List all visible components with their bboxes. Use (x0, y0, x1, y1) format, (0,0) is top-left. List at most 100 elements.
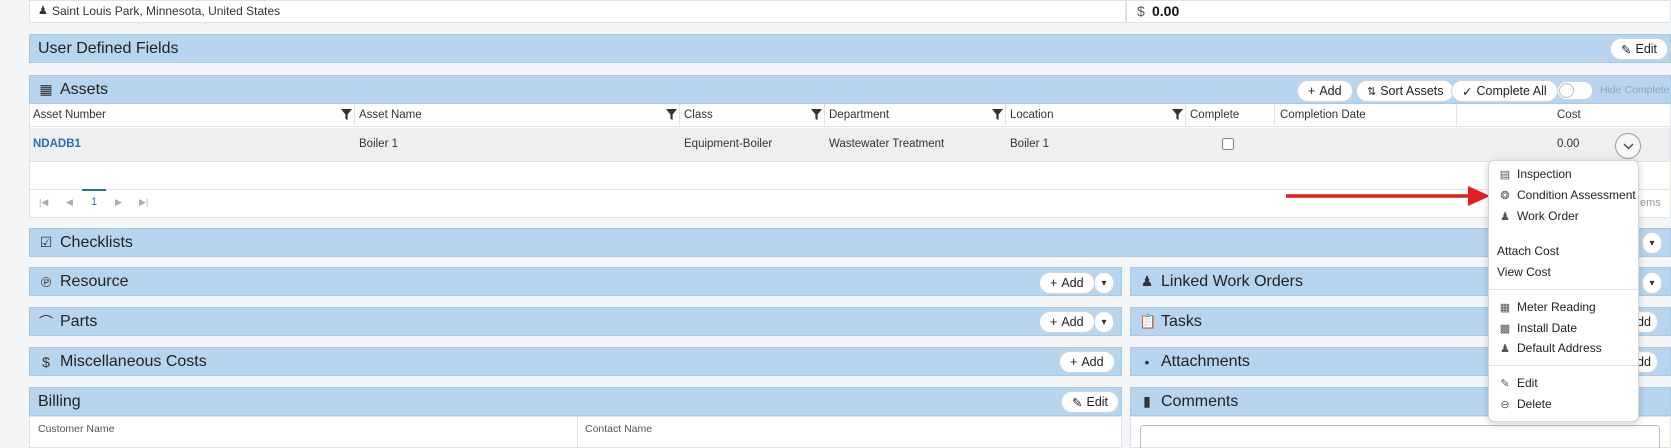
billing-title: Billing (38, 392, 81, 410)
billing-edit-label: Edit (1086, 395, 1109, 409)
menu-item-edit[interactable]: ✎ Edit (1489, 376, 1638, 390)
class-cell: Equipment-Boiler (684, 138, 773, 150)
comments-icon: ▮ (1143, 393, 1151, 409)
first-page-icon[interactable]: |◀ (39, 197, 48, 208)
menu-item-condition-assessment-label: Condition Assessment (1517, 188, 1636, 202)
menu-item-default-address-label: Default Address (1517, 341, 1602, 355)
asset-name-filter-icon[interactable] (666, 109, 677, 120)
customer-name-label: Customer Name (38, 423, 115, 435)
class-filter-icon[interactable] (811, 109, 822, 120)
hide-complete-label: Hide Complete (1600, 84, 1670, 96)
hide-complete-toggle[interactable] (1557, 81, 1593, 100)
parts-add-button[interactable]: + Add (1039, 311, 1095, 333)
complete-checkbox[interactable] (1222, 138, 1234, 150)
current-page[interactable]: 1 (91, 196, 97, 208)
plus-icon: + (1308, 84, 1316, 98)
col-complete[interactable]: Complete (1190, 109, 1239, 121)
menu-item-meter-reading-label: Meter Reading (1517, 300, 1596, 314)
comment-textarea[interactable] (1140, 425, 1660, 448)
location-filter-icon[interactable] (1172, 109, 1183, 120)
col-cost[interactable]: Cost (1557, 109, 1581, 121)
menu-item-inspection[interactable]: ▤ Inspection (1489, 167, 1638, 181)
menu-item-condition-assessment[interactable]: ❂ Condition Assessment (1489, 188, 1638, 202)
comments-header: ▮ Comments (1139, 393, 1238, 411)
meter-icon: ▦ (1499, 301, 1511, 314)
row-actions-button[interactable] (1615, 133, 1641, 159)
contact-name-label: Contact Name (585, 423, 653, 435)
col-department[interactable]: Department (829, 109, 889, 121)
complete-all-label: Complete All (1476, 84, 1547, 98)
col-asset-name[interactable]: Asset Name (359, 109, 422, 121)
resource-title: Resource (60, 272, 129, 290)
parts-add-label: Add (1061, 315, 1084, 329)
menu-item-view-cost[interactable]: View Cost (1489, 265, 1638, 279)
menu-item-attach-cost[interactable]: Attach Cost (1489, 244, 1638, 258)
menu-item-install-date-label: Install Date (1517, 321, 1578, 335)
resource-header: ℗ Resource (38, 272, 129, 291)
plus-icon: + (1050, 276, 1058, 290)
sort-assets-button[interactable]: ⇅ Sort Assets (1356, 80, 1455, 102)
prev-page-icon[interactable]: ◀ (66, 197, 73, 208)
asset-number-filter-icon[interactable] (341, 109, 352, 120)
menu-item-delete[interactable]: ⊖ Delete (1489, 397, 1638, 411)
assets-add-label: Add (1319, 84, 1342, 98)
tasks-add-label: dd (1637, 315, 1651, 329)
attachments-title: Attachments (1161, 352, 1250, 370)
next-page-icon[interactable]: ▶ (115, 197, 122, 208)
red-arrow-annotation (1286, 186, 1490, 206)
misc-costs-title: Miscellaneous Costs (60, 352, 207, 370)
menu-separator (1489, 289, 1638, 290)
row-actions-menu: ▤ Inspection ❂ Condition Assessment ♟ Wo… (1488, 160, 1639, 422)
resource-dropdown-button[interactable]: ▾ (1094, 272, 1114, 294)
user-defined-fields-bar: User Defined Fields (29, 34, 1671, 63)
menu-separator (1489, 365, 1638, 366)
col-divider (1274, 104, 1275, 126)
linked-work-orders-header: ♟ Linked Work Orders (1139, 273, 1303, 291)
last-page-icon[interactable]: ▶| (139, 197, 148, 208)
menu-item-inspection-label: Inspection (1517, 167, 1572, 181)
col-asset-number[interactable]: Asset Number (33, 109, 106, 121)
address-icon: ♟ (1500, 342, 1510, 355)
col-divider (824, 104, 825, 126)
col-location[interactable]: Location (1010, 109, 1053, 121)
location-pin-icon: ♟ (38, 5, 48, 17)
menu-item-install-date[interactable]: ▩ Install Date (1489, 321, 1638, 335)
pencil-icon: ✎ (1072, 395, 1083, 410)
department-filter-icon[interactable] (992, 109, 1003, 120)
parts-dropdown-button[interactable]: ▾ (1094, 311, 1114, 333)
address-text: Saint Louis Park, Minnesota, United Stat… (52, 4, 281, 18)
menu-item-meter-reading[interactable]: ▦ Meter Reading (1489, 300, 1638, 314)
billing-edit-button[interactable]: ✎ Edit (1061, 391, 1120, 413)
resource-add-button[interactable]: + Add (1039, 272, 1095, 294)
building-icon: ▦ (39, 81, 53, 97)
misc-costs-header: $ Miscellaneous Costs (38, 353, 207, 371)
misc-costs-add-button[interactable]: + Add (1059, 351, 1115, 373)
assets-add-button[interactable]: + Add (1297, 80, 1353, 102)
checklists-title: Checklists (60, 233, 133, 251)
misc-costs-add-label: Add (1081, 355, 1104, 369)
comments-title: Comments (1161, 392, 1239, 410)
assets-header: ▦ Assets (38, 81, 108, 99)
location-cell: Boiler 1 (1010, 138, 1049, 150)
checklists-dropdown-button[interactable]: ▾ (1642, 232, 1662, 254)
col-class[interactable]: Class (684, 109, 713, 121)
attachments-add-label: dd (1637, 355, 1651, 369)
menu-item-work-order[interactable]: ♟ Work Order (1489, 209, 1638, 223)
asset-number-link[interactable]: NDADB1 (33, 138, 81, 150)
checklists-header: ☑ Checklists (38, 234, 133, 252)
col-completion-date[interactable]: Completion Date (1280, 109, 1366, 121)
department-cell: Wastewater Treatment (829, 138, 945, 150)
sort-assets-label: Sort Assets (1380, 84, 1444, 98)
linked-work-orders-dropdown-button[interactable]: ▾ (1642, 272, 1662, 294)
parts-header: ⌒ Parts (38, 312, 97, 332)
plus-icon: + (1070, 355, 1078, 369)
worker-icon: ♟ (1500, 210, 1510, 223)
parts-icon: ⌒ (39, 313, 53, 330)
total-cost-value: 0.00 (1152, 3, 1180, 19)
tasks-header: 📋 Tasks (1139, 313, 1202, 331)
udf-edit-button[interactable]: ✎ Edit (1610, 38, 1669, 60)
complete-all-button[interactable]: ✓ Complete All (1451, 80, 1558, 102)
udf-edit-label: Edit (1635, 42, 1658, 56)
col-divider (1005, 104, 1006, 126)
menu-item-default-address[interactable]: ♟ Default Address (1489, 341, 1638, 355)
